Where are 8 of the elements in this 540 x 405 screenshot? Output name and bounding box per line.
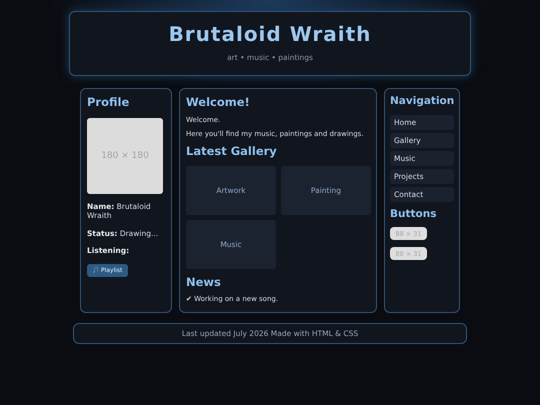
gallery-heading: Latest Gallery [186, 144, 278, 158]
site-title: Brutaloid Wraith [168, 22, 372, 46]
profile-heading: Profile [87, 95, 130, 109]
navigation-heading: Navigation [390, 95, 454, 107]
welcome-heading: Welcome! [186, 95, 251, 109]
buttons-heading: Buttons [390, 208, 438, 220]
news-heading: News [186, 275, 222, 289]
music-note-icon [93, 267, 98, 273]
